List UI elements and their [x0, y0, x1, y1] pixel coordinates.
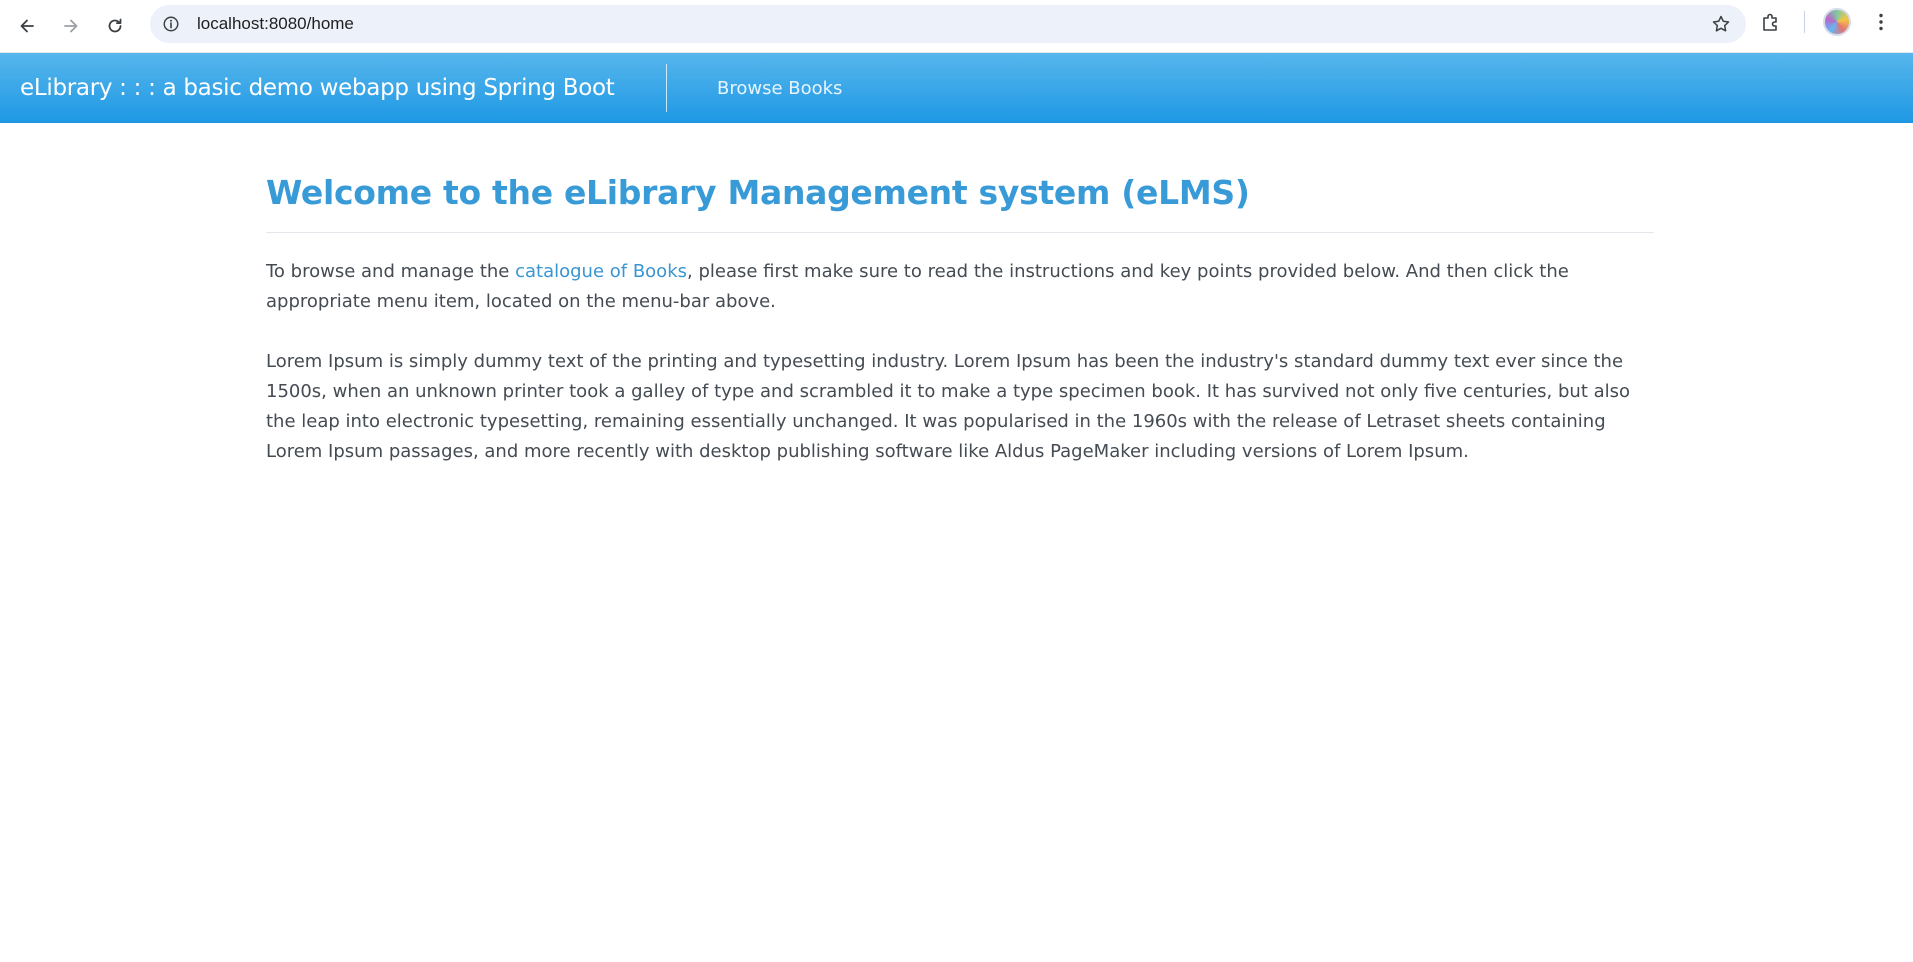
catalogue-link[interactable]: catalogue of Books — [515, 261, 687, 282]
main-content: Welcome to the eLibrary Management syste… — [266, 123, 1654, 467]
bookmark-star-icon[interactable] — [1711, 14, 1731, 34]
reload-icon[interactable] — [97, 8, 133, 44]
url-text[interactable]: localhost:8080/home — [197, 14, 354, 34]
back-icon[interactable] — [9, 8, 45, 44]
address-bar[interactable]: localhost:8080/home — [150, 5, 1746, 43]
lorem-paragraph: Lorem Ipsum is simply dummy text of the … — [266, 351, 1631, 462]
navbar-divider — [666, 64, 667, 112]
browser-toolbar: localhost:8080/home — [0, 0, 1913, 53]
page-title: Welcome to the eLibrary Management syste… — [266, 173, 1654, 233]
profile-avatar[interactable] — [1823, 8, 1851, 36]
extensions-icon[interactable] — [1760, 11, 1782, 33]
nav-link-browse-books[interactable]: Browse Books — [717, 53, 842, 123]
more-menu-icon[interactable] — [1871, 11, 1891, 33]
site-info-icon[interactable] — [161, 14, 181, 34]
intro-paragraph: To browse and manage the catalogue of Bo… — [266, 257, 1654, 317]
browser-actions — [1760, 0, 1891, 44]
forward-icon[interactable] — [53, 8, 89, 44]
toolbar-separator — [1804, 11, 1805, 33]
intro-text-start: To browse and manage the — [266, 261, 516, 282]
app-navbar: eLibrary : : : a basic demo webapp using… — [0, 53, 1913, 123]
brand-title[interactable]: eLibrary : : : a basic demo webapp using… — [20, 75, 615, 101]
